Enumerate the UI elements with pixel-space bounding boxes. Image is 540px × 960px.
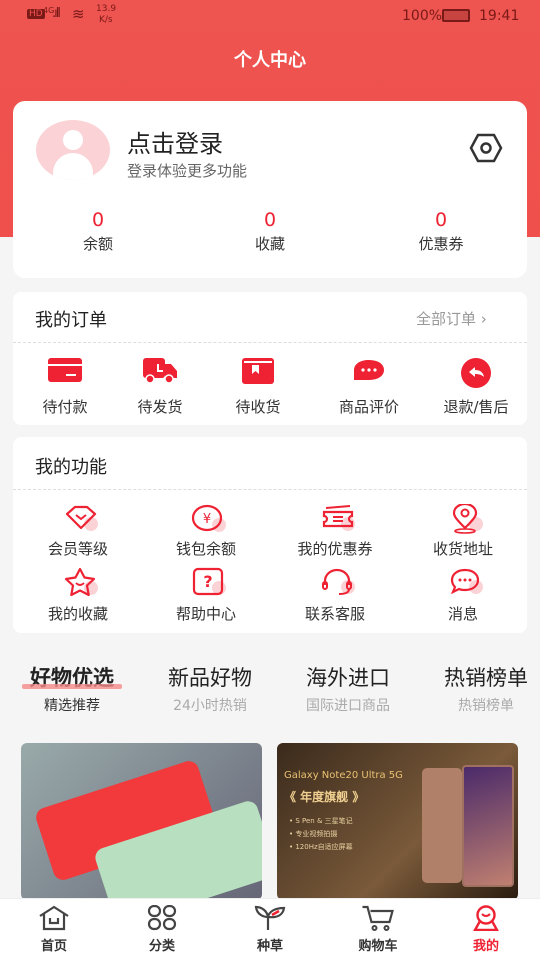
tab-2[interactable]: 海外进口国际进口商品 (306, 662, 390, 715)
clock: 19:41 (479, 8, 520, 24)
tab-subtitle: 热销榜单 (458, 698, 514, 714)
box-icon[interactable] (242, 358, 274, 388)
nav-category[interactable]: 分类 (147, 904, 177, 954)
wifi-icon: ≋ (72, 5, 85, 23)
all-orders-link[interactable]: 全部订单 › (416, 308, 487, 329)
tab-title: 新品好物 (168, 666, 252, 690)
page-title: 个人中心 (234, 50, 306, 71)
login-link[interactable]: 点击登录 (127, 124, 223, 159)
nav-profile[interactable]: 我的 (471, 905, 501, 954)
diamond-icon[interactable] (63, 504, 99, 536)
product-image-phone-back (422, 768, 462, 883)
function-0-label[interactable]: 会员等级 (48, 538, 108, 559)
stat-label: 收藏 (254, 235, 286, 253)
category-icon (147, 904, 177, 935)
message-icon[interactable] (448, 567, 484, 601)
order-2-label[interactable]: 待收货 (235, 396, 280, 417)
nav-label: 种草 (256, 939, 283, 954)
battery-icon (442, 9, 470, 22)
home-icon (38, 905, 70, 935)
avatar-body (53, 153, 93, 180)
coupon-icon[interactable] (320, 504, 356, 536)
signal-icon: .ıll (52, 6, 61, 21)
product-banner-bullets: • S Pen & 三星笔记 • 专业视频拍摄 • 120Hz自适应屏幕 (289, 815, 353, 854)
stat-label: 余额 (82, 235, 114, 253)
location-icon[interactable] (448, 502, 484, 538)
stat-value: 0 (91, 209, 105, 231)
nav-label: 我的 (472, 939, 499, 954)
active-tab-underline (22, 684, 122, 689)
order-1-label[interactable]: 待发货 (137, 396, 182, 417)
battery-percent: 100% (402, 8, 443, 24)
order-3-label[interactable]: 商品评价 (339, 396, 399, 417)
function-1-label[interactable]: 钱包余额 (176, 538, 236, 559)
sprout-icon (254, 905, 286, 935)
status-bar: HD 4G .ıll ≋ 13.9 K/s 100% 19:41 (0, 0, 540, 32)
orders-title: 我的订单 (35, 310, 107, 331)
help-icon[interactable]: ? (191, 567, 227, 601)
tab-1[interactable]: 新品好物 24小时热销 (168, 662, 252, 715)
stat-1[interactable]: 0 收藏 (255, 209, 285, 254)
chevron-right-icon: › (480, 310, 487, 328)
bullet: • S Pen & 三星笔记 (289, 817, 353, 825)
stat-label: 优惠券 (418, 235, 464, 253)
functions-title: 我的功能 (35, 457, 107, 478)
profile-icon (471, 905, 501, 935)
all-orders-label: 全部订单 (416, 310, 477, 328)
function-5-label[interactable]: 帮助中心 (176, 603, 236, 624)
function-2-label[interactable]: 我的优惠券 (297, 538, 372, 559)
product-banner-tag: 《 年度旗舰 》 (284, 790, 365, 804)
return-icon[interactable] (460, 358, 492, 392)
nav-label: 分类 (148, 939, 175, 954)
tab-subtitle: 24小时热销 (173, 698, 247, 714)
tab-3[interactable]: 热销榜单 热销榜单 (444, 662, 528, 715)
svg-text:¥: ¥ (203, 512, 211, 527)
divider (13, 489, 527, 490)
divider (13, 342, 527, 343)
stat-2[interactable]: 0 优惠券 (418, 209, 463, 254)
net-speed-unit: K/s (99, 15, 113, 25)
nav-label: 购物车 (358, 939, 398, 954)
avatar-head (63, 130, 83, 150)
truck-icon[interactable] (143, 358, 177, 388)
star-icon[interactable] (63, 567, 99, 601)
svg-text:?: ? (203, 572, 212, 591)
cart-icon (358, 905, 397, 935)
nav-label: 首页 (40, 939, 67, 954)
tab-subtitle: 国际进口商品 (306, 698, 390, 714)
card-icon[interactable] (48, 358, 82, 388)
net-speed: 13.9 (96, 4, 117, 14)
tab-title: 海外进口 (306, 666, 390, 690)
product-image-phone-front (462, 765, 514, 887)
stat-value: 0 (263, 209, 277, 231)
comment-icon[interactable] (353, 358, 385, 388)
function-4-label[interactable]: 我的收藏 (48, 603, 108, 624)
tab-subtitle: 精选推荐 (44, 698, 100, 714)
order-4-label[interactable]: 退款/售后 (443, 396, 508, 417)
nav-home[interactable]: 首页 (38, 905, 70, 954)
bullet: • 120Hz自适应屏幕 (289, 843, 353, 851)
product-card[interactable]: Galaxy Note20 Ultra 5G 《 年度旗舰 》 • S Pen … (277, 743, 518, 900)
product-card[interactable] (21, 743, 262, 900)
login-subtitle: 登录体验更多功能 (127, 162, 248, 180)
function-7-label[interactable]: 消息 (448, 603, 478, 624)
avatar[interactable] (36, 120, 110, 180)
settings-icon[interactable] (469, 133, 503, 163)
stat-value: 0 (434, 209, 448, 231)
order-0-label[interactable]: 待付款 (42, 396, 87, 417)
function-3-label[interactable]: 收货地址 (433, 538, 493, 559)
nav-sprout[interactable]: 种草 (254, 905, 286, 954)
product-banner-title: Galaxy Note20 Ultra 5G (284, 770, 403, 781)
nav-cart[interactable]: 购物车 (358, 905, 398, 954)
bullet: • 专业视频拍摄 (289, 830, 338, 838)
wallet-icon[interactable]: ¥ (191, 504, 227, 538)
tab-title: 热销榜单 (444, 666, 528, 690)
headset-icon[interactable] (320, 567, 356, 601)
function-6-label[interactable]: 联系客服 (305, 603, 365, 624)
stat-0[interactable]: 0 余额 (83, 209, 113, 254)
